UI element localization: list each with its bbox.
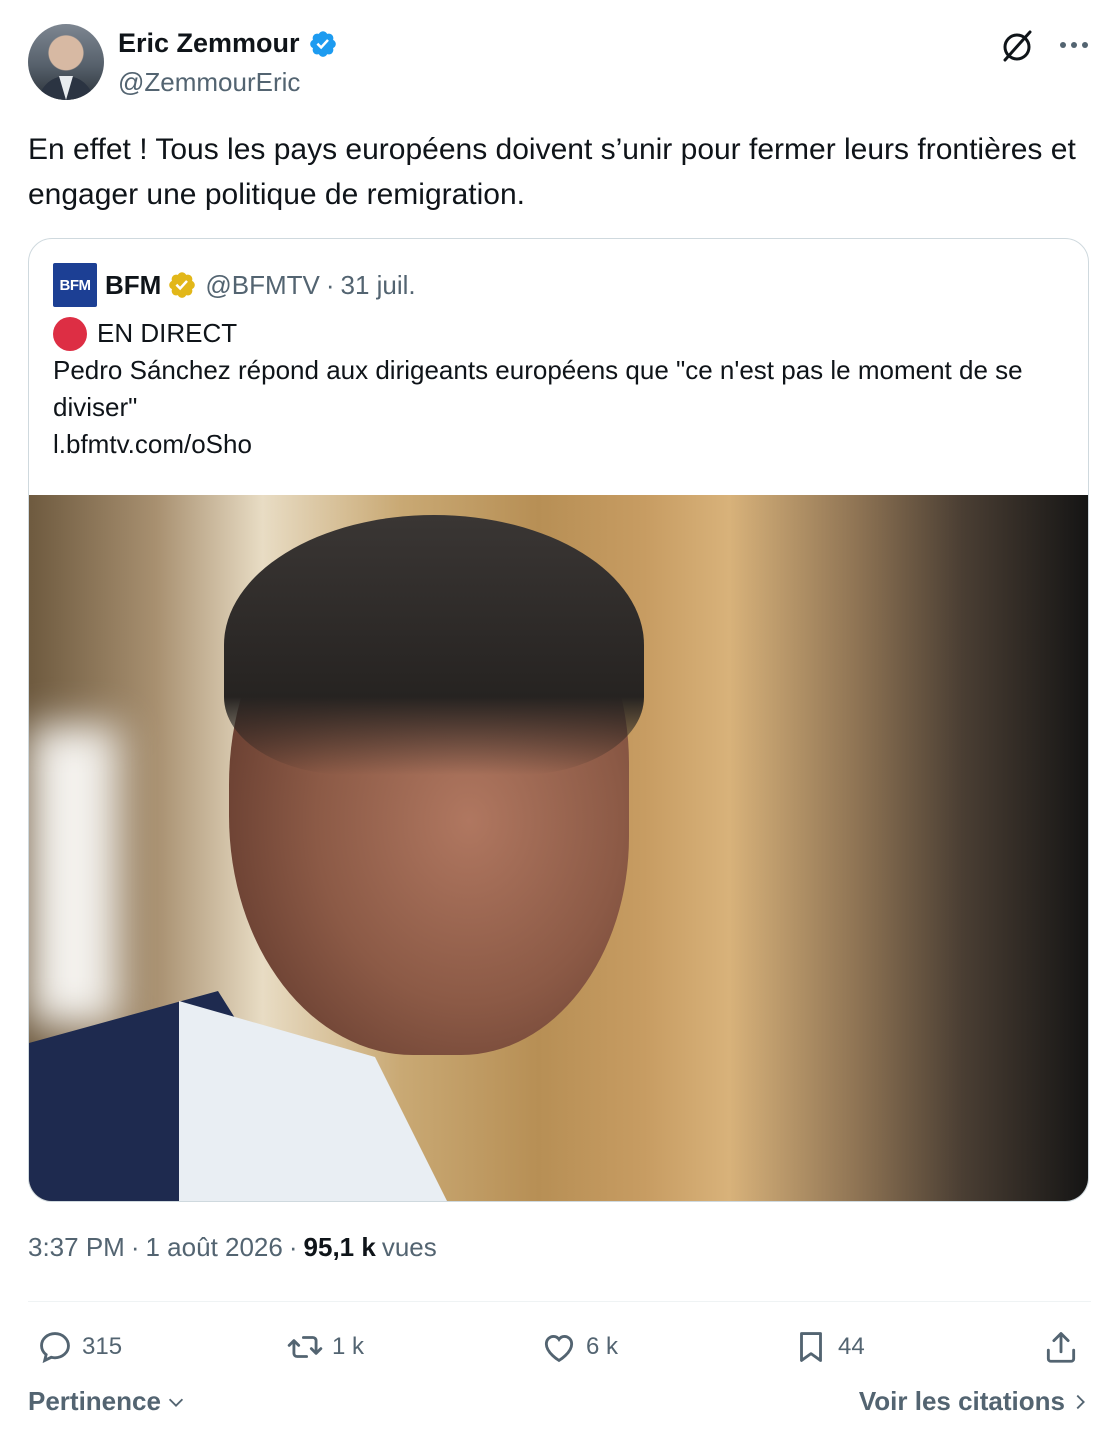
- tweet-meta: 3:37 PM · 1 août 2026 · 95,1 k vues: [28, 1232, 437, 1263]
- quoted-date: 31 juil.: [340, 269, 416, 300]
- meta-separator: ·: [130, 1232, 140, 1262]
- chevron-down-icon: [168, 1398, 184, 1407]
- live-row: EN DIRECT: [53, 315, 1063, 352]
- tweet-header: Eric Zemmour @ZemmourEric: [28, 24, 1091, 102]
- quoted-header: BFM BFM @BFMTV · 31 juil.: [53, 263, 416, 307]
- retweet-count: 1 k: [332, 1333, 365, 1360]
- share-button[interactable]: [1042, 1328, 1088, 1366]
- live-label: EN DIRECT: [97, 318, 238, 348]
- views-label: vues: [381, 1232, 437, 1262]
- retweet-button[interactable]: 1 k: [286, 1328, 364, 1366]
- gold-verified-icon: [169, 272, 196, 298]
- like-count: 6 k: [586, 1333, 619, 1360]
- tweet-date[interactable]: 1 août 2026: [146, 1232, 283, 1263]
- author-name[interactable]: Eric Zemmour: [118, 28, 300, 59]
- tweet-text: En effet ! Tous les pays européens doive…: [28, 133, 1076, 211]
- share-icon: [1046, 1332, 1076, 1363]
- verified-icon: [309, 30, 336, 57]
- divider: [28, 1301, 1091, 1302]
- view-quotes-link[interactable]: Voir les citations: [859, 1386, 1091, 1417]
- reply-icon: [40, 1332, 70, 1364]
- action-bar: 315 1 k 6 k 44: [28, 1320, 1091, 1376]
- views-count: 95,1 k: [303, 1232, 376, 1262]
- retweet-icon: [287, 1336, 323, 1358]
- bookmark-count: 44: [838, 1333, 865, 1360]
- quoted-name: BFM: [105, 269, 162, 300]
- quoted-body: EN DIRECT Pedro Sánchez répond aux dirig…: [53, 315, 1063, 463]
- avatar[interactable]: [28, 24, 104, 100]
- meta-separator: ·: [288, 1232, 298, 1262]
- quoted-image[interactable]: [29, 495, 1088, 1201]
- grok-icon[interactable]: [999, 28, 1035, 64]
- bookmark-icon: [800, 1332, 822, 1362]
- author-handle[interactable]: @ZemmourEric: [118, 67, 300, 98]
- more-icon[interactable]: [1057, 30, 1091, 60]
- quoted-tweet[interactable]: BFM BFM @BFMTV · 31 juil. EN DIRECT Pedr…: [28, 238, 1089, 1202]
- red-circle-icon: [53, 316, 87, 351]
- like-icon: [544, 1334, 574, 1363]
- reply-button[interactable]: 315: [36, 1328, 122, 1366]
- quoted-handle: @BFMTV: [205, 269, 320, 300]
- chevron-right-icon: [1076, 1394, 1085, 1409]
- quoted-text: Pedro Sánchez répond aux dirigeants euro…: [53, 355, 1023, 422]
- tweet-time[interactable]: 3:37 PM: [28, 1232, 125, 1263]
- quoted-link[interactable]: l.bfmtv.com/oSho: [53, 426, 1063, 463]
- quoted-separator: ·: [325, 269, 335, 300]
- replies-footer: Pertinence Voir les citations: [28, 1386, 1091, 1426]
- like-button[interactable]: 6 k: [540, 1328, 618, 1366]
- bookmark-button[interactable]: 44: [792, 1328, 865, 1366]
- reply-count: 315: [82, 1333, 123, 1360]
- sort-dropdown[interactable]: Pertinence: [28, 1386, 187, 1417]
- bfm-logo: BFM: [53, 263, 97, 307]
- quotes-label: Voir les citations: [858, 1386, 1065, 1416]
- author-name-row: Eric Zemmour: [118, 28, 338, 59]
- sort-label: Pertinence: [28, 1386, 161, 1416]
